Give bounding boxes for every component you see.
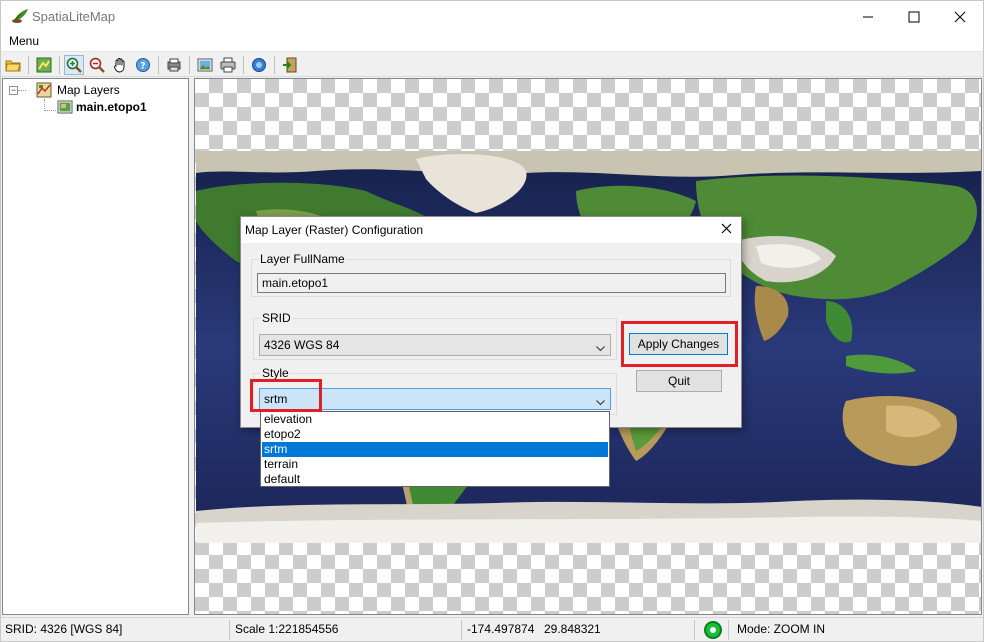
srid-select-value: 4326 WGS 84	[264, 338, 340, 352]
tree-collapse-icon[interactable]: −	[9, 86, 18, 95]
dialog-title: Map Layer (Raster) Configuration	[245, 223, 424, 237]
menu-item-menu[interactable]: Menu	[9, 34, 39, 48]
map-layers-icon	[36, 82, 52, 98]
status-scale: Scale 1:221854556	[235, 622, 339, 636]
status-mode: Mode: ZOOM IN	[737, 622, 826, 636]
raster-layer-icon	[57, 99, 73, 115]
status-latitude: 29.848321	[544, 622, 601, 636]
minimize-button[interactable]	[845, 1, 891, 32]
fullname-group-label: Layer FullName	[258, 252, 347, 266]
chevron-down-icon	[596, 395, 605, 409]
style-option-etopo2[interactable]: etopo2	[262, 427, 608, 442]
title-bar: SpatiaLiteMap	[1, 1, 983, 32]
dialog-close-button[interactable]	[711, 217, 741, 243]
maximize-button[interactable]	[891, 1, 937, 32]
style-dropdown-list: elevation etopo2 srtm terrain default	[260, 411, 610, 487]
zoom-out-icon[interactable]	[87, 55, 107, 75]
menu-bar: Menu	[1, 32, 983, 52]
style-value-highlight	[250, 379, 322, 412]
about-icon[interactable]	[249, 55, 269, 75]
close-button[interactable]	[937, 1, 983, 32]
quit-button[interactable]: Quit	[636, 370, 722, 392]
window-title: SpatiaLiteMap	[32, 9, 116, 24]
chevron-down-icon	[596, 341, 605, 355]
svg-text:?: ?	[140, 62, 145, 72]
export-image-icon[interactable]	[195, 55, 215, 75]
tree-layer-item[interactable]: main.etopo1	[76, 100, 147, 114]
srid-group-label: SRID	[260, 311, 293, 325]
identify-icon[interactable]: ?	[133, 55, 153, 75]
layer-config-icon[interactable]	[34, 55, 54, 75]
print-icon[interactable]	[218, 55, 238, 75]
fullname-field[interactable]: main.etopo1	[257, 273, 726, 293]
printer-setup-icon[interactable]	[164, 55, 184, 75]
maximize-icon	[908, 11, 920, 23]
zoom-in-icon[interactable]	[64, 55, 84, 75]
exit-icon[interactable]	[280, 55, 300, 75]
style-option-terrain[interactable]: terrain	[262, 457, 608, 472]
close-icon	[954, 11, 966, 23]
status-srid: SRID: 4326 [WGS 84]	[5, 622, 123, 636]
toolbar: ?	[1, 53, 983, 77]
close-icon	[721, 223, 732, 237]
style-option-default[interactable]: default	[262, 472, 608, 487]
status-indicator-icon	[704, 621, 722, 639]
app-feather-icon	[11, 8, 29, 24]
style-option-srtm[interactable]: srtm	[262, 442, 608, 457]
minimize-icon	[862, 11, 874, 23]
apply-button-highlight	[621, 321, 738, 367]
status-longitude: -174.497874	[467, 622, 535, 636]
pan-hand-icon[interactable]	[110, 55, 130, 75]
srid-select[interactable]: 4326 WGS 84	[259, 334, 611, 356]
dialog-title-bar: Map Layer (Raster) Configuration	[241, 217, 741, 243]
tree-root-label[interactable]: Map Layers	[57, 83, 120, 97]
layers-tree-panel[interactable]: − Map Layers main.etopo1	[2, 78, 189, 615]
style-group-label: Style	[260, 366, 291, 380]
style-option-elevation[interactable]: elevation	[262, 412, 608, 427]
open-folder-icon[interactable]	[3, 55, 23, 75]
status-bar: SRID: 4326 [WGS 84] Scale 1:221854556 -1…	[1, 617, 983, 641]
